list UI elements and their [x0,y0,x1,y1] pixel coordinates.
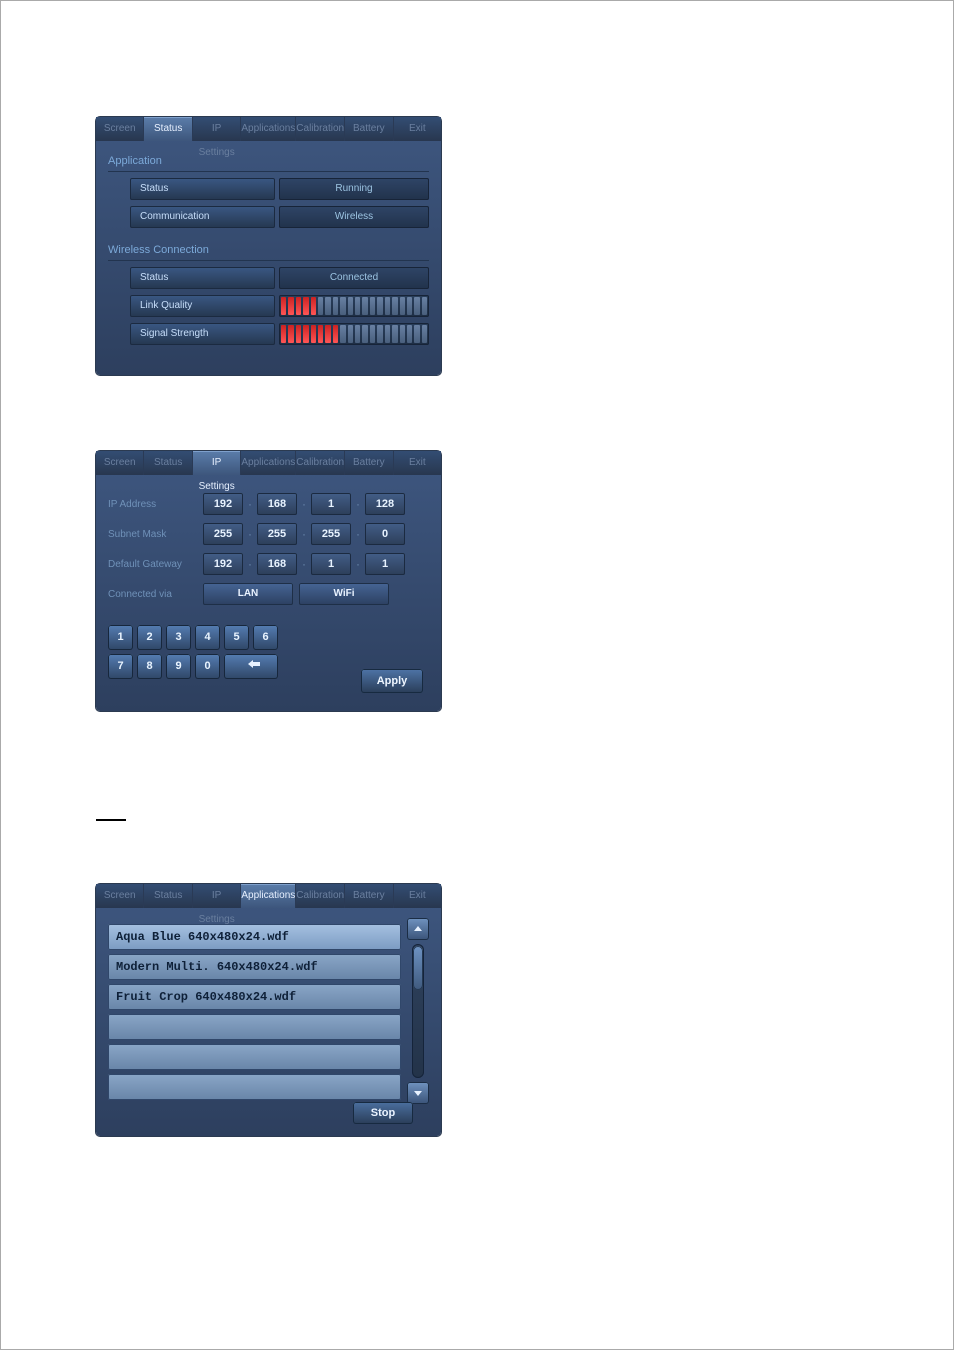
back-arrow-icon [241,659,261,669]
label-signal-strength: Signal Strength [130,323,275,345]
wifi-button[interactable]: WiFi [299,583,389,605]
scroll-down-button[interactable] [407,1082,429,1104]
mask-octet[interactable]: 255 [311,523,351,545]
gw-octet[interactable]: 1 [365,553,405,575]
scroll-thumb[interactable] [413,946,423,990]
ip-octet[interactable]: 192 [203,493,243,515]
gw-octet[interactable]: 192 [203,553,243,575]
tab-applications[interactable]: Applications [241,884,296,908]
mask-octet[interactable]: 255 [257,523,297,545]
chevron-up-icon [413,924,423,934]
tab-calibration[interactable]: Calibration [296,451,345,475]
group-wireless: Wireless Connection [108,244,429,256]
key-4[interactable]: 4 [195,625,220,650]
application-list: Aqua Blue 640x480x24.wdf Modern Multi. 6… [108,924,401,1104]
label-link-quality: Link Quality [130,295,275,317]
list-item[interactable]: . [108,1014,401,1040]
scroll-track[interactable] [412,944,424,1078]
key-7[interactable]: 7 [108,654,133,679]
tab-screen[interactable]: Screen [96,451,144,475]
tab-calibration[interactable]: Calibration [296,884,345,908]
tab-status[interactable]: Status [144,884,192,908]
ip-octet[interactable]: 168 [257,493,297,515]
list-item[interactable]: Fruit Crop 640x480x24.wdf [108,984,401,1010]
list-item[interactable]: Modern Multi. 640x480x24.wdf [108,954,401,980]
tab-status[interactable]: Status [144,451,192,475]
tab-applications[interactable]: Applications [241,451,296,475]
scroll-up-button[interactable] [407,918,429,940]
bar-signal-strength [279,323,429,345]
tab-bar: Screen Status IP Settings Applications C… [96,451,441,475]
tab-battery[interactable]: Battery [345,884,393,908]
lan-button[interactable]: LAN [203,583,293,605]
key-6[interactable]: 6 [253,625,278,650]
scrollbar[interactable] [407,918,429,1104]
tab-status[interactable]: Status [144,117,192,141]
key-3[interactable]: 3 [166,625,191,650]
label-communication: Communication [130,206,275,228]
label-default-gateway: Default Gateway [108,559,203,570]
label-wireless-status: Status [130,267,275,289]
tab-exit[interactable]: Exit [394,884,441,908]
tab-applications[interactable]: Applications [241,117,296,141]
list-item[interactable]: . [108,1074,401,1100]
tab-calibration[interactable]: Calibration [296,117,345,141]
key-backspace[interactable] [224,654,278,679]
label-subnet-mask: Subnet Mask [108,529,203,540]
label-connected-via: Connected via [108,589,203,600]
gw-octet[interactable]: 1 [311,553,351,575]
tab-ipsettings[interactable]: IP Settings [193,451,241,475]
key-9[interactable]: 9 [166,654,191,679]
list-item[interactable]: . [108,1044,401,1070]
tab-exit[interactable]: Exit [394,451,441,475]
mask-octet[interactable]: 0 [365,523,405,545]
tab-battery[interactable]: Battery [345,451,393,475]
screenshot-status: Screen Status IP Settings Applications C… [96,117,441,375]
key-1[interactable]: 1 [108,625,133,650]
gw-octet[interactable]: 168 [257,553,297,575]
screenshot-ipsettings: Screen Status IP Settings Applications C… [96,451,441,711]
page: { "tabs": ["Screen","Status","IP Setting… [0,0,954,1350]
tab-bar: Screen Status IP Settings Applications C… [96,117,441,141]
ip-octet[interactable]: 1 [311,493,351,515]
key-0[interactable]: 0 [195,654,220,679]
tab-ipsettings[interactable]: IP Settings [193,117,241,141]
label-app-status: Status [130,178,275,200]
stop-button[interactable]: Stop [353,1102,413,1124]
key-2[interactable]: 2 [137,625,162,650]
underline-mark [96,819,126,821]
chevron-down-icon [413,1088,423,1098]
screenshot-applications: Screen Status IP Settings Applications C… [96,884,441,1136]
value-communication: Wireless [279,206,429,228]
tab-ipsettings[interactable]: IP Settings [193,884,241,908]
group-application: Application [108,155,429,167]
value-wireless-status: Connected [279,267,429,289]
apply-button[interactable]: Apply [361,669,423,693]
tab-bar: Screen Status IP Settings Applications C… [96,884,441,908]
key-8[interactable]: 8 [137,654,162,679]
label-ip-address: IP Address [108,499,203,510]
tab-screen[interactable]: Screen [96,884,144,908]
tab-battery[interactable]: Battery [345,117,393,141]
key-5[interactable]: 5 [224,625,249,650]
value-app-status: Running [279,178,429,200]
list-item[interactable]: Aqua Blue 640x480x24.wdf [108,924,401,950]
ip-octet[interactable]: 128 [365,493,405,515]
bar-link-quality [279,295,429,317]
tab-screen[interactable]: Screen [96,117,144,141]
mask-octet[interactable]: 255 [203,523,243,545]
tab-exit[interactable]: Exit [394,117,441,141]
